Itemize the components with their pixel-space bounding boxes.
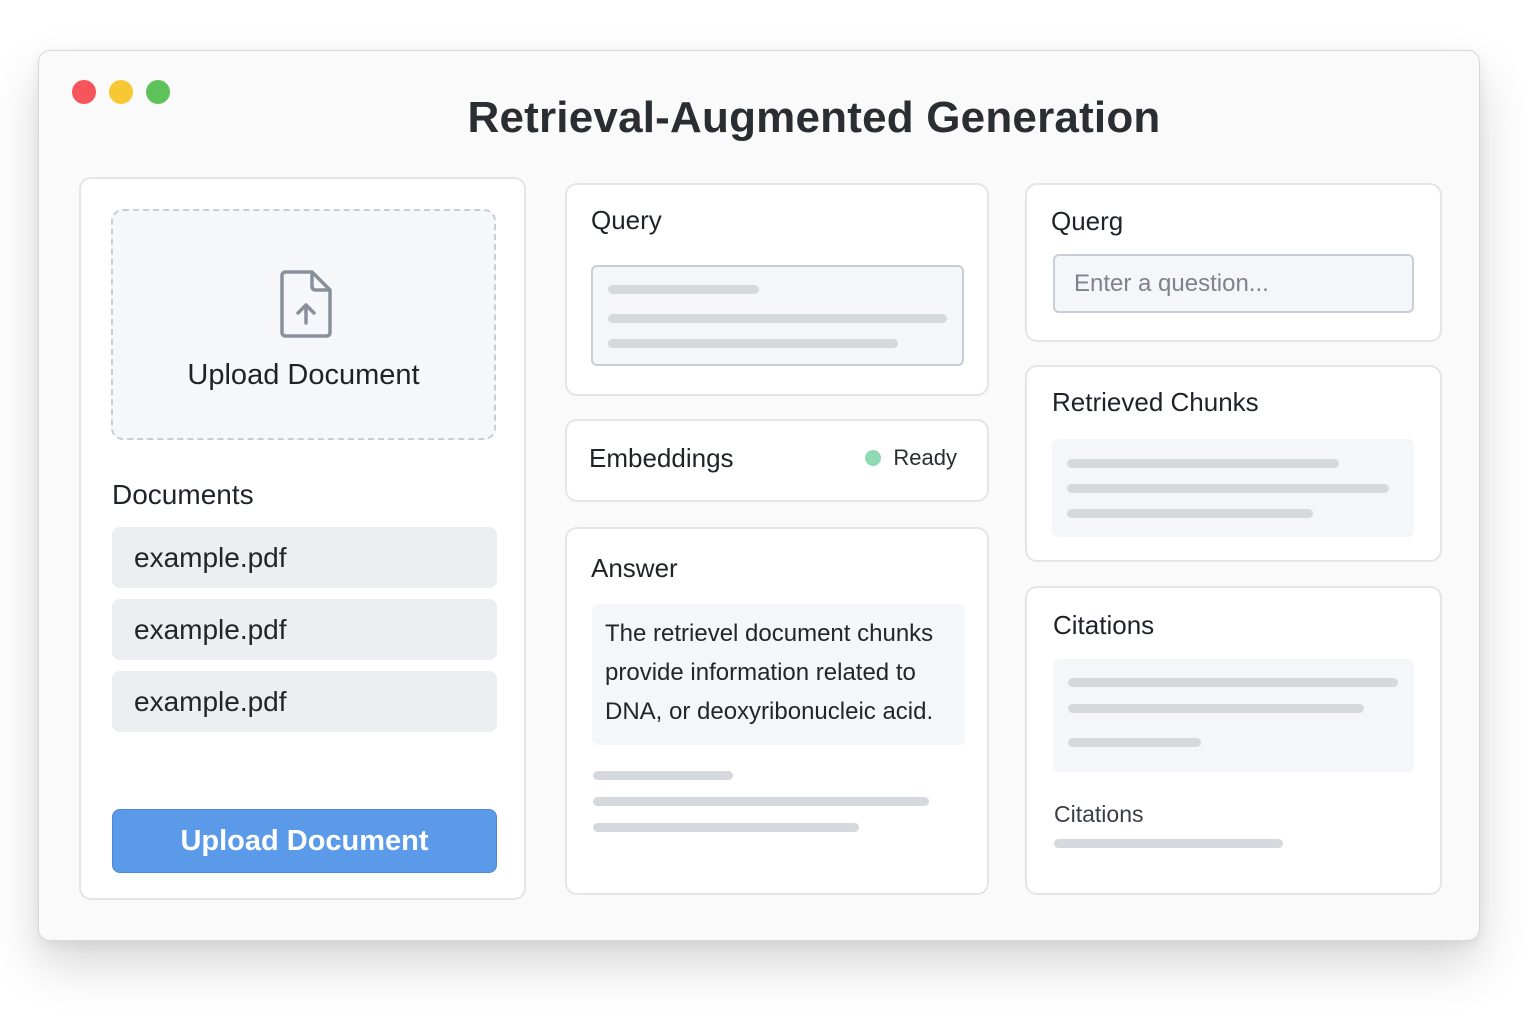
citation-line xyxy=(1054,839,1283,848)
dropzone-label: Upload Document xyxy=(187,359,420,391)
upload-panel: Upload Document Documents example.pdf ex… xyxy=(79,177,526,900)
placeholder-line xyxy=(593,797,929,806)
upload-document-button[interactable]: Upload Document xyxy=(112,809,497,873)
query-text-area[interactable] xyxy=(591,265,964,366)
embeddings-card-title: Embeddings xyxy=(589,443,734,473)
document-item[interactable]: example.pdf xyxy=(112,671,497,732)
placeholder-line xyxy=(608,314,947,323)
answer-text: The retrievel document chunks provide in… xyxy=(592,604,965,745)
placeholder-line xyxy=(608,339,898,348)
citation-line xyxy=(1068,678,1398,687)
citations-list xyxy=(1053,659,1414,772)
citation-line xyxy=(1068,738,1201,747)
retrieved-chunks-card: Retrieved Chunks xyxy=(1025,365,1442,562)
embeddings-status: Ready xyxy=(865,445,957,471)
citation-line xyxy=(1068,704,1364,713)
retrieved-chunks-list xyxy=(1052,439,1414,537)
question-card: Querg Enter a question... xyxy=(1025,183,1442,342)
citations-label: Citations xyxy=(1054,801,1144,827)
chunk-line xyxy=(1067,484,1389,493)
status-dot-icon xyxy=(865,450,882,466)
query-card: Query xyxy=(565,183,989,396)
file-upload-icon xyxy=(280,270,332,338)
document-item[interactable]: example.pdf xyxy=(112,527,497,588)
app-window: Retrieval-Augmented Generation Upload Do… xyxy=(38,50,1480,941)
placeholder-line xyxy=(593,823,859,832)
status-label: Ready xyxy=(893,445,957,470)
upload-dropzone[interactable]: Upload Document xyxy=(111,209,496,440)
document-item[interactable]: example.pdf xyxy=(112,599,497,660)
chunk-line xyxy=(1067,509,1313,518)
retrieved-chunks-title: Retrieved Chunks xyxy=(1052,387,1259,417)
documents-heading: Documents xyxy=(112,479,254,510)
answer-card: Answer The retrievel document chunks pro… xyxy=(565,527,989,895)
placeholder-line xyxy=(593,771,733,780)
chunk-line xyxy=(1067,459,1339,468)
question-card-title: Querg xyxy=(1051,206,1124,236)
embeddings-card: Embeddings Ready xyxy=(565,419,989,502)
answer-card-title: Answer xyxy=(591,553,678,583)
citations-card: Citations Citations xyxy=(1025,586,1442,895)
query-card-title: Query xyxy=(591,205,662,235)
citations-card-title: Citations xyxy=(1053,610,1155,640)
question-input[interactable]: Enter a question... xyxy=(1053,254,1414,313)
page-title: Retrieval-Augmented Generation xyxy=(467,93,1161,142)
placeholder-line xyxy=(608,285,759,294)
